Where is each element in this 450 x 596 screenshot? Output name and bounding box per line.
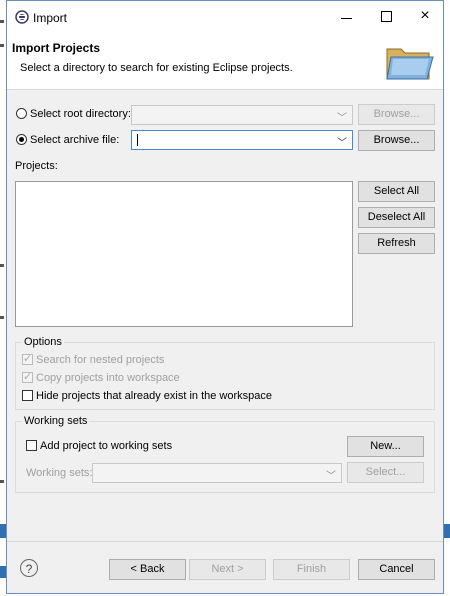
bg-text-fragment: [0, 20, 4, 23]
back-button[interactable]: < Back: [109, 559, 186, 580]
select-working-sets-button[interactable]: Select...: [347, 462, 424, 483]
root-directory-label: Select root directory:: [30, 108, 131, 120]
close-button[interactable]: ×: [417, 8, 433, 25]
add-to-working-sets-label: Add project to working sets: [40, 440, 173, 452]
working-sets-group-label: Working sets: [22, 415, 90, 427]
archive-file-radio[interactable]: [16, 134, 27, 145]
bg-text-fragment: [0, 264, 4, 267]
footer-separator: [7, 541, 443, 542]
folder-import-icon: [386, 48, 434, 80]
background-app-selection: [444, 524, 450, 538]
text-cursor: [137, 134, 138, 146]
select-all-button[interactable]: Select All: [358, 181, 435, 202]
hide-existing-label: Hide projects that already exist in the …: [36, 390, 273, 402]
wizard-header: Import Projects Select a directory to se…: [7, 33, 443, 90]
projects-label: Projects:: [15, 160, 58, 172]
archive-file-combo[interactable]: ﹀: [131, 130, 353, 150]
search-nested-label: Search for nested projects: [36, 354, 165, 366]
chevron-down-icon: ﹀: [337, 113, 347, 124]
finish-button[interactable]: Finish: [273, 559, 350, 580]
working-sets-combo[interactable]: ﹀: [92, 463, 342, 483]
new-working-set-button[interactable]: New...: [347, 436, 424, 457]
browse-directory-button[interactable]: Browse...: [358, 104, 435, 125]
bg-text-fragment: [0, 44, 4, 47]
next-button[interactable]: Next >: [189, 559, 266, 580]
minimize-button[interactable]: [339, 9, 355, 25]
import-dialog: Import × Import Projects Select a direct…: [6, 0, 444, 594]
bg-text-fragment: [0, 480, 4, 483]
cancel-button[interactable]: Cancel: [358, 559, 435, 580]
archive-file-label: Select archive file:: [30, 134, 120, 146]
chevron-down-icon: ﹀: [337, 138, 347, 149]
copy-projects-checkbox[interactable]: [22, 370, 33, 383]
hide-existing-checkbox[interactable]: [22, 390, 33, 401]
add-to-working-sets-checkbox[interactable]: [26, 440, 37, 451]
help-icon[interactable]: ?: [20, 559, 38, 577]
root-directory-radio[interactable]: [16, 108, 27, 119]
page-description: Select a directory to search for existin…: [20, 62, 293, 74]
page-title: Import Projects: [12, 41, 101, 55]
title-bar[interactable]: Import ×: [7, 1, 443, 33]
eclipse-app-icon: [15, 10, 29, 24]
options-group-label: Options: [22, 336, 64, 348]
chevron-down-icon: ﹀: [326, 471, 336, 482]
root-directory-combo[interactable]: ﹀: [131, 105, 353, 125]
deselect-all-button[interactable]: Deselect All: [358, 207, 435, 228]
projects-list[interactable]: [15, 181, 353, 327]
working-sets-label: Working sets:: [26, 467, 93, 479]
refresh-button[interactable]: Refresh: [358, 233, 435, 254]
window-title: Import: [33, 11, 68, 25]
copy-projects-label: Copy projects into workspace: [36, 372, 180, 384]
search-nested-checkbox[interactable]: [22, 352, 33, 365]
browse-archive-button[interactable]: Browse...: [358, 130, 435, 151]
bg-text-fragment: [0, 316, 4, 319]
maximize-button[interactable]: [379, 9, 395, 25]
